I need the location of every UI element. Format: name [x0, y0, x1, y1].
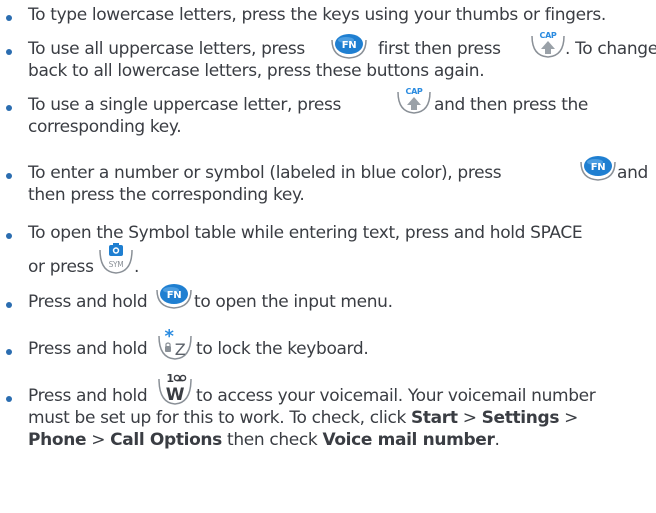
bullet-icon: [6, 396, 12, 402]
svg-text:CAP: CAP: [540, 31, 557, 40]
bullet-icon: [6, 15, 12, 21]
item-text: back to all lowercase letters, press the…: [28, 61, 485, 81]
svg-text:SYM: SYM: [109, 260, 124, 269]
item-text: Press and hold: [28, 292, 148, 312]
item-text: to lock the keyboard.: [196, 339, 369, 359]
svg-text:FN: FN: [591, 162, 606, 173]
item-text: To type lowercase letters, press the key…: [28, 5, 606, 25]
svg-text:FN: FN: [342, 40, 357, 51]
svg-text:FN: FN: [167, 290, 182, 301]
sym-key-icon: SYM: [99, 243, 133, 274]
item-text: Press and hold: [28, 386, 148, 406]
fn-key-icon: FN: [156, 284, 192, 309]
item-text: Phone > Call Options then check Voice ma…: [28, 430, 500, 450]
star-z-lock-key-icon: * Z: [158, 326, 192, 360]
bullet-icon: [6, 302, 12, 308]
item-text: first then press: [378, 39, 501, 59]
item-text: to open the input menu.: [194, 292, 393, 312]
cap-key-icon: CAP: [397, 87, 431, 114]
item-text: and: [617, 163, 648, 183]
fn-key-icon: FN: [580, 156, 616, 181]
svg-text:W: W: [166, 385, 185, 405]
bullet-icon: [6, 105, 12, 111]
item-text: to access your voicemail. Your voicemail…: [196, 386, 596, 406]
item-text: To use a single uppercase letter, press: [28, 95, 341, 115]
item-text: then press the corresponding key.: [28, 185, 305, 205]
item-text: .: [134, 257, 140, 277]
item-text: must be set up for this to work. To chec…: [28, 408, 579, 428]
bullet-icon: [6, 233, 12, 239]
item-text: Press and hold: [28, 339, 148, 359]
item-text: corresponding key.: [28, 117, 182, 137]
item-text: To enter a number or symbol (labeled in …: [28, 163, 502, 183]
bullet-icon: [6, 349, 12, 355]
voicemail-1-w-key-icon: 1 W: [158, 372, 192, 405]
bullet-icon: [6, 173, 12, 179]
bullet-icon: [6, 49, 12, 55]
item-text: and then press the: [434, 95, 589, 115]
svg-text:Z: Z: [175, 340, 186, 359]
item-text: or press: [28, 257, 94, 277]
cap-key-icon: CAP: [531, 31, 565, 58]
item-text: To use all uppercase letters, press: [28, 39, 305, 59]
item-text: . To change: [565, 39, 656, 59]
fn-key-icon: FN: [331, 34, 367, 59]
svg-text:1: 1: [166, 372, 173, 385]
svg-text:CAP: CAP: [406, 87, 423, 96]
